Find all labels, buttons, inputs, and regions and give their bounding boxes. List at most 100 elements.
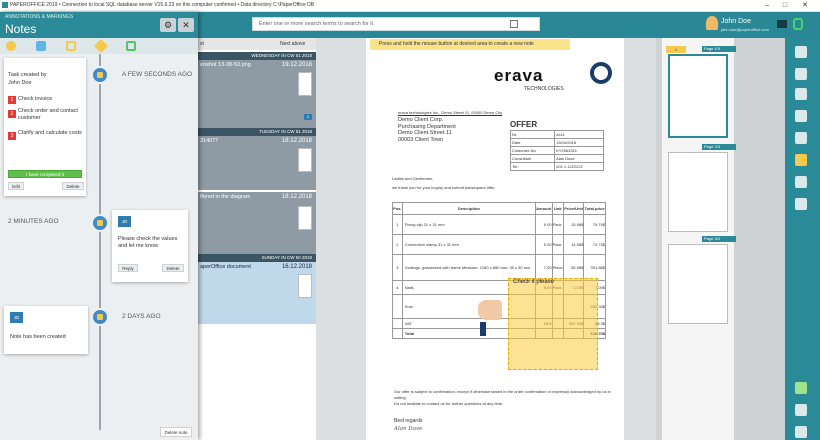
search-input[interactable]: Enter one or more search terms to search… [252,17,540,31]
settings-icon[interactable]: ⚙ [160,18,176,32]
item-name: ffered in the diagram [200,194,251,200]
close-icon[interactable]: ✕ [798,1,812,11]
delete-button[interactable]: Delete [62,182,84,190]
group-header: SUNDAY IN CW 50 2018 [198,254,316,262]
list-item[interactable]: 314077 18.12.2018 [198,136,316,190]
closing-text: Our offer is subject to confirmation, ex… [394,389,611,400]
item-name: enshot 13-38-53.png [200,62,251,68]
created-note-card[interactable]: JD Note has been created [4,306,88,354]
page-label: Page 3/3 [702,236,736,242]
list-item[interactable]: enshot 13-38-53.png 19.12.2018 1 [198,60,316,128]
checklist-icon[interactable] [795,176,807,188]
comment-icon[interactable] [36,41,46,51]
page-counter[interactable]: 1 [666,46,686,53]
page-thumbnail[interactable] [668,152,728,232]
reply-button[interactable]: Reply [118,264,138,272]
timestamp: 2 MINUTES AGO [8,218,59,225]
group-header: WEDNESDAY IN CW 51 2018 [198,52,316,60]
page-thumbnail[interactable] [668,244,728,324]
item-date: 18.12.2018 [281,194,312,200]
item-name: 314077 [200,138,219,144]
task-number: 2 [8,110,16,118]
thumbnail [298,72,312,96]
sticky-note-area[interactable]: Check it please [508,278,598,370]
item-date: 19.12.2018 [281,62,312,68]
next-above-button[interactable]: Next above [280,41,305,47]
list-item[interactable]: ffered in the diagram 18.12.2018 [198,192,316,254]
sender-line: erava technologies Inc., Demo Street 11,… [398,110,503,115]
sticky-note-text: Check it please [513,279,555,285]
share-icon[interactable] [795,198,807,210]
right-sidebar [785,38,820,440]
qr-scan-icon[interactable] [510,20,518,28]
address-line: Demo Client Street 11 [398,130,452,136]
task-item[interactable]: Check order and contact customer [18,108,82,122]
page-label: Page 1/3 [702,46,736,52]
page-thumbnail[interactable] [668,54,728,138]
regards: Best regards [394,418,423,424]
timestamp: 2 DAYS AGO [122,313,161,320]
ocr-icon[interactable] [795,132,807,144]
address-block: Demo Client Corp. Purchasing Department … [398,117,456,143]
address-line: 00003 Client Town [398,136,444,143]
translate-icon[interactable] [795,110,807,122]
task-number: 1 [8,96,16,104]
user-name[interactable]: John Doe [721,18,751,25]
notes-title: Notes [5,22,37,36]
window-title: PAPEROFFICE 2019 • Connection to local S… [10,2,315,8]
notes-header: ANNOTATIONS & MARKINGS Notes ⚙ ✕ [0,12,198,38]
document-page[interactable]: erava TECHNOLOGIES erava technologies In… [366,38,624,440]
search-placeholder: Enter one or more search terms to search… [259,21,374,27]
image-icon[interactable] [795,68,807,80]
hand-cursor-icon [478,300,502,320]
document-list: xt Next above WEDNESDAY IN CW 51 2018 en… [198,38,316,440]
sort-dropdown[interactable]: xt [200,41,204,47]
task-note-card[interactable]: Task created by John Doe 1 Check invoice… [4,58,86,196]
cursor-sleeve [480,322,486,336]
close-panel-icon[interactable]: ✕ [178,18,194,32]
signature: Alan Dave [394,426,423,432]
edit-button[interactable]: Edit [8,182,24,190]
comment-note-card[interactable]: JD Please check the values and let me kn… [112,210,188,282]
search-icon[interactable] [795,46,807,58]
task-author: John Doe [8,80,32,86]
maximize-icon[interactable]: □ [778,1,792,11]
note-tools [0,38,198,54]
task-item[interactable]: Clarify and calculate costs [18,130,82,137]
gear-icon[interactable] [795,404,807,416]
minimize-icon[interactable]: – [760,1,774,11]
app-icon [2,2,8,8]
image-note-icon[interactable] [126,41,136,51]
tag-icon[interactable] [93,38,109,54]
thumbnail [298,148,312,172]
task-item[interactable]: Check invoice [18,96,82,103]
intro-text: we thank you for your inquiry and submit… [392,185,496,190]
avatar[interactable] [706,16,718,30]
user-filter-icon[interactable] [6,41,16,51]
created-timeline-icon [91,308,109,326]
item-name: aperOffice document [200,264,251,270]
page-label: Page 2/3 [702,144,736,150]
comment-timeline-icon [91,214,109,232]
closing-text-2: Do not hesitate to contact us for furthe… [394,401,504,406]
monitor-icon[interactable] [777,20,787,28]
timeline-line [99,54,101,430]
timestamp: A FEW SECONDS AGO [122,71,193,78]
notes-panel: ANNOTATIONS & MARKINGS Notes ⚙ ✕ Task cr… [0,12,198,440]
avatar: JD [10,312,23,323]
sticky-note-icon[interactable] [795,154,807,166]
offer-info-table: Nr. A111 Date 15/04/2018 Customer-No KY2564… [509,130,604,171]
document-icon[interactable] [795,88,807,100]
company-logo: erava [494,66,544,85]
delete-note-button[interactable]: Delete note [160,427,192,437]
list-item-selected[interactable]: aperOffice document 16.12.2018 [198,262,316,324]
logo-mark [590,62,612,84]
count-badge: 1 [304,114,312,120]
edit-icon[interactable] [795,382,807,394]
shield-icon[interactable] [793,18,803,30]
task-number: 3 [8,132,16,140]
complete-task-button[interactable]: I have completed it [8,170,82,178]
task-icon[interactable] [66,41,76,51]
delete-button[interactable]: Delete [162,264,184,272]
info-icon[interactable] [795,426,807,438]
